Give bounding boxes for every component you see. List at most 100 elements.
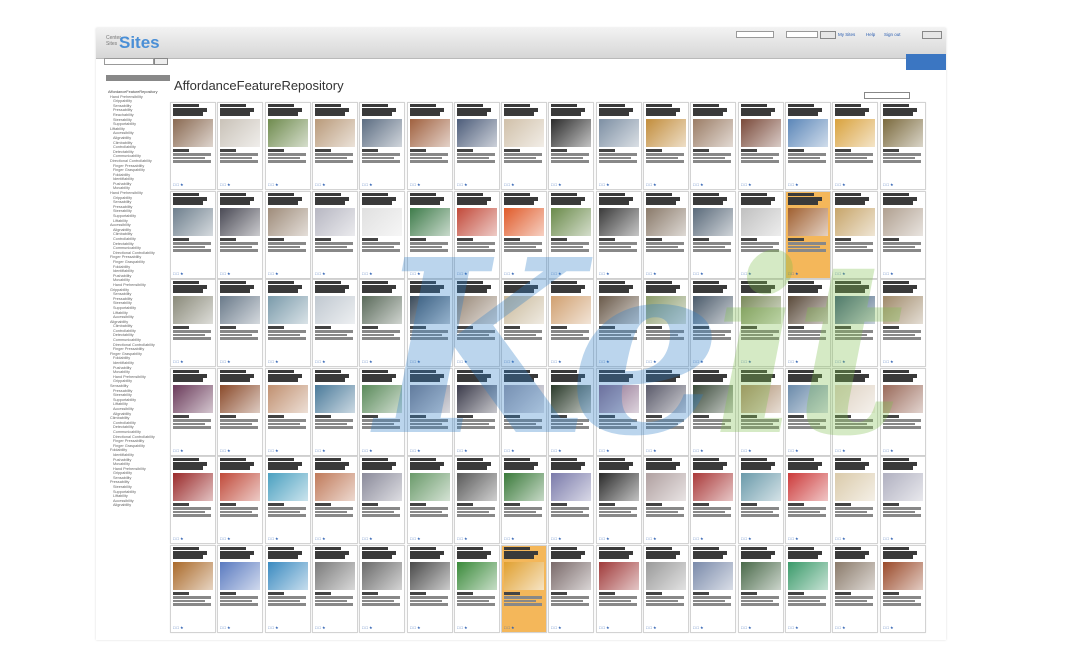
card-actions[interactable]: □ □ ★ <box>693 182 704 187</box>
card-thumbnail[interactable] <box>457 207 497 236</box>
card-actions[interactable]: □ □ ★ <box>504 271 515 276</box>
card-actions[interactable]: □ □ ★ <box>457 271 468 276</box>
card-thumbnail[interactable] <box>835 207 875 236</box>
card-thumbnail[interactable] <box>693 207 733 236</box>
card-thumbnail[interactable] <box>504 118 544 147</box>
card-thumbnail[interactable] <box>457 384 497 413</box>
card-actions[interactable]: □ □ ★ <box>362 359 373 364</box>
item-card[interactable]: □ □ ★ <box>454 102 500 190</box>
card-thumbnail[interactable] <box>268 561 308 590</box>
card-thumbnail[interactable] <box>504 561 544 590</box>
card-thumbnail[interactable] <box>741 295 781 324</box>
header-link-1[interactable]: My Sites <box>838 32 855 37</box>
card-actions[interactable]: □ □ ★ <box>835 271 846 276</box>
card-actions[interactable]: □ □ ★ <box>551 448 562 453</box>
card-actions[interactable]: □ □ ★ <box>220 536 231 541</box>
card-thumbnail[interactable] <box>315 472 355 501</box>
item-card[interactable]: □ □ ★ <box>880 545 926 633</box>
card-thumbnail[interactable] <box>504 472 544 501</box>
card-thumbnail[interactable] <box>646 472 686 501</box>
card-actions[interactable]: □ □ ★ <box>883 448 894 453</box>
card-actions[interactable]: □ □ ★ <box>551 536 562 541</box>
item-card[interactable]: □ □ ★ <box>217 279 263 367</box>
item-card[interactable]: □ □ ★ <box>359 102 405 190</box>
card-thumbnail[interactable] <box>268 207 308 236</box>
card-actions[interactable]: □ □ ★ <box>741 182 752 187</box>
item-card[interactable]: □ □ ★ <box>548 102 594 190</box>
card-actions[interactable]: □ □ ★ <box>788 448 799 453</box>
item-card[interactable]: □ □ ★ <box>312 279 358 367</box>
card-actions[interactable]: □ □ ★ <box>883 625 894 630</box>
item-card[interactable]: □ □ ★ <box>501 102 547 190</box>
item-card[interactable]: □ □ ★ <box>454 279 500 367</box>
card-thumbnail[interactable] <box>551 207 591 236</box>
card-actions[interactable]: □ □ ★ <box>173 536 184 541</box>
item-card[interactable]: □ □ ★ <box>217 456 263 544</box>
item-card[interactable]: □ □ ★ <box>170 191 216 279</box>
item-card[interactable]: □ □ ★ <box>312 368 358 456</box>
item-card[interactable]: □ □ ★ <box>217 368 263 456</box>
card-thumbnail[interactable] <box>599 472 639 501</box>
item-card[interactable]: □ □ ★ <box>265 545 311 633</box>
card-thumbnail[interactable] <box>220 118 260 147</box>
card-thumbnail[interactable] <box>599 384 639 413</box>
item-card[interactable]: □ □ ★ <box>785 102 831 190</box>
card-actions[interactable]: □ □ ★ <box>268 625 279 630</box>
card-thumbnail[interactable] <box>693 118 733 147</box>
card-actions[interactable]: □ □ ★ <box>788 271 799 276</box>
card-thumbnail[interactable] <box>410 207 450 236</box>
item-card[interactable]: □ □ ★ <box>832 545 878 633</box>
card-actions[interactable]: □ □ ★ <box>315 448 326 453</box>
card-thumbnail[interactable] <box>504 384 544 413</box>
card-actions[interactable]: □ □ ★ <box>504 448 515 453</box>
login-button[interactable] <box>820 31 836 39</box>
item-card[interactable]: □ □ ★ <box>501 545 547 633</box>
card-actions[interactable]: □ □ ★ <box>693 271 704 276</box>
card-thumbnail[interactable] <box>362 384 402 413</box>
card-thumbnail[interactable] <box>551 472 591 501</box>
card-actions[interactable]: □ □ ★ <box>835 182 846 187</box>
card-actions[interactable]: □ □ ★ <box>315 271 326 276</box>
item-card[interactable]: □ □ ★ <box>785 279 831 367</box>
card-actions[interactable]: □ □ ★ <box>788 359 799 364</box>
card-thumbnail[interactable] <box>646 561 686 590</box>
item-card[interactable]: □ □ ★ <box>880 368 926 456</box>
card-actions[interactable]: □ □ ★ <box>268 359 279 364</box>
card-thumbnail[interactable] <box>457 472 497 501</box>
card-actions[interactable]: □ □ ★ <box>220 271 231 276</box>
item-card[interactable]: □ □ ★ <box>501 191 547 279</box>
card-actions[interactable]: □ □ ★ <box>362 536 373 541</box>
item-card[interactable]: □ □ ★ <box>832 191 878 279</box>
card-actions[interactable]: □ □ ★ <box>693 625 704 630</box>
item-card[interactable]: □ □ ★ <box>217 191 263 279</box>
item-card[interactable]: □ □ ★ <box>265 279 311 367</box>
card-thumbnail[interactable] <box>362 472 402 501</box>
card-actions[interactable]: □ □ ★ <box>457 625 468 630</box>
card-thumbnail[interactable] <box>693 472 733 501</box>
card-actions[interactable]: □ □ ★ <box>551 625 562 630</box>
card-thumbnail[interactable] <box>599 295 639 324</box>
card-thumbnail[interactable] <box>835 295 875 324</box>
item-card[interactable]: □ □ ★ <box>785 368 831 456</box>
card-thumbnail[interactable] <box>315 295 355 324</box>
card-thumbnail[interactable] <box>883 207 923 236</box>
card-thumbnail[interactable] <box>883 472 923 501</box>
item-card[interactable]: □ □ ★ <box>596 191 642 279</box>
item-card[interactable]: □ □ ★ <box>170 279 216 367</box>
card-actions[interactable]: □ □ ★ <box>741 625 752 630</box>
card-actions[interactable]: □ □ ★ <box>315 536 326 541</box>
item-card[interactable]: □ □ ★ <box>596 102 642 190</box>
item-card[interactable]: □ □ ★ <box>643 545 689 633</box>
item-card[interactable]: □ □ ★ <box>501 279 547 367</box>
card-thumbnail[interactable] <box>410 472 450 501</box>
header-link-3[interactable]: Sign out <box>884 32 901 37</box>
card-thumbnail[interactable] <box>457 118 497 147</box>
card-thumbnail[interactable] <box>315 561 355 590</box>
card-thumbnail[interactable] <box>741 118 781 147</box>
sidebar-header[interactable] <box>106 75 170 81</box>
item-card[interactable]: □ □ ★ <box>312 456 358 544</box>
card-thumbnail[interactable] <box>410 384 450 413</box>
card-thumbnail[interactable] <box>835 472 875 501</box>
card-thumbnail[interactable] <box>646 295 686 324</box>
item-card[interactable]: □ □ ★ <box>407 545 453 633</box>
